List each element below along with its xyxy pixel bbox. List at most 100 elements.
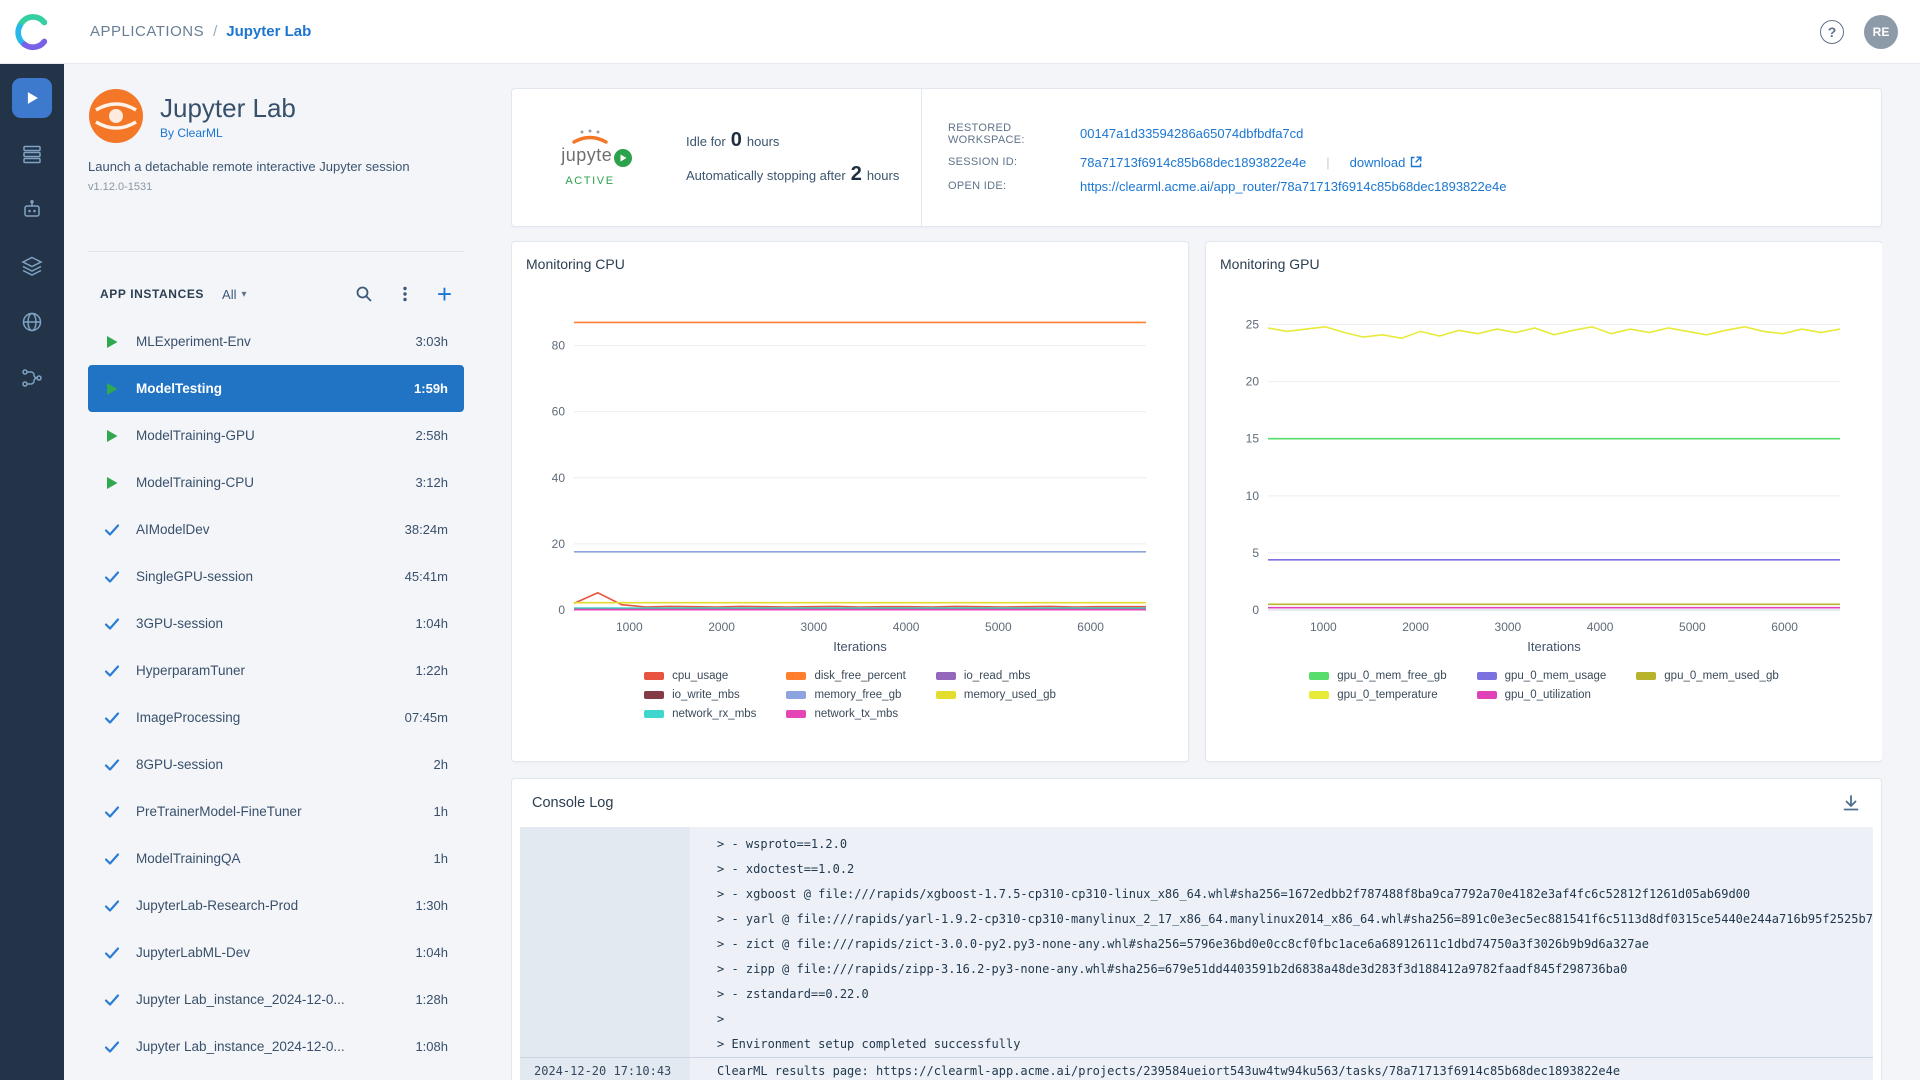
list-item[interactable]: ModelTraining-GPU 2:58h: [88, 412, 464, 459]
running-play-icon: [104, 334, 120, 350]
restored-workspace-link[interactable]: 00147a1d33594286a65074dbfbdfa7cd: [1080, 126, 1303, 141]
app-header: Jupyter Lab By ClearML: [88, 88, 464, 144]
legend-item[interactable]: network_rx_mbs: [644, 708, 756, 720]
list-item[interactable]: ImageProcessing 07:45m: [88, 694, 464, 741]
cpu-chart-plot: 020406080100020003000400050006000Iterati…: [526, 280, 1174, 658]
clearml-logo[interactable]: [0, 13, 64, 51]
instance-duration: 38:24m: [395, 522, 448, 537]
list-item[interactable]: ModelTrainingQA 1h: [88, 835, 464, 882]
list-item[interactable]: 8GPU-session 2h: [88, 741, 464, 788]
external-link-icon: [1410, 156, 1422, 168]
svg-text:Iterations: Iterations: [1527, 639, 1581, 654]
layers-icon: [20, 254, 44, 278]
open-ide-link[interactable]: https://clearml.acme.ai/app_router/78a71…: [1080, 179, 1506, 194]
svg-text:4000: 4000: [893, 620, 920, 634]
legend-label: gpu_0_mem_used_gb: [1664, 670, 1778, 682]
legend-item[interactable]: cpu_usage: [644, 670, 756, 682]
top-bar: APPLICATIONS / Jupyter Lab ? RE: [0, 0, 1920, 64]
svg-text:0: 0: [558, 603, 565, 617]
legend-swatch: [1636, 672, 1656, 680]
list-item[interactable]: HyperparamTuner 1:22h: [88, 647, 464, 694]
jupyter-planet-icon: [568, 129, 612, 145]
legend-item[interactable]: io_write_mbs: [644, 689, 756, 701]
legend-item[interactable]: disk_free_percent: [786, 670, 905, 682]
list-item[interactable]: AIModelDev 38:24m: [88, 506, 464, 553]
legend-label: cpu_usage: [672, 670, 728, 682]
completed-check-icon: [104, 1039, 120, 1055]
instance-name: JupyterLab-Research-Prod: [136, 898, 298, 913]
filter-value: All: [222, 287, 236, 302]
svg-text:2000: 2000: [1402, 620, 1429, 634]
legend-label: io_read_mbs: [964, 670, 1030, 682]
download-link[interactable]: download: [1350, 155, 1423, 170]
instance-duration: 1h: [424, 851, 448, 866]
nav-hyper-datasets[interactable]: [12, 302, 52, 342]
legend-swatch: [786, 672, 806, 680]
nav-datasets[interactable]: [12, 246, 52, 286]
completed-check-icon: [104, 710, 120, 726]
list-item[interactable]: 3GPU-session 1:04h: [88, 600, 464, 647]
instances-filter-dropdown[interactable]: All ▾: [222, 287, 246, 302]
legend-item[interactable]: gpu_0_utilization: [1477, 689, 1607, 701]
log-line: >: [520, 1007, 1873, 1032]
open-ide-row: OPEN IDE: https://clearml.acme.ai/app_ro…: [948, 179, 1865, 194]
list-item[interactable]: Jupyter Lab_instance_2024-12-0... 1:28h: [88, 976, 464, 1023]
nav-pipelines[interactable]: [12, 358, 52, 398]
help-icon[interactable]: ?: [1820, 20, 1844, 44]
legend-item[interactable]: gpu_0_mem_usage: [1477, 670, 1607, 682]
legend-item[interactable]: io_read_mbs: [936, 670, 1056, 682]
console-log-card: Console Log > - wsproto==1.2.0> - xdocte…: [511, 778, 1882, 1080]
list-item[interactable]: PreTrainerModel-FineTuner 1h: [88, 788, 464, 835]
list-item[interactable]: ModelTesting 1:59h: [88, 365, 464, 412]
legend-item[interactable]: gpu_0_mem_used_gb: [1636, 670, 1778, 682]
applications-play-icon: [22, 88, 42, 108]
svg-text:60: 60: [552, 405, 566, 419]
cpu-chart-title: Monitoring CPU: [526, 256, 1174, 272]
breadcrumb-applications[interactable]: APPLICATIONS: [90, 23, 204, 40]
search-icon[interactable]: [355, 285, 373, 303]
by-clearml-link[interactable]: By ClearML: [160, 126, 296, 140]
instance-duration: 1:08h: [405, 1039, 448, 1054]
log-line: > - xdoctest==1.0.2: [520, 857, 1873, 882]
console-log-area[interactable]: > - wsproto==1.2.0> - xdoctest==1.0.2> -…: [520, 827, 1873, 1080]
app-instances-list: MLExperiment-Env 3:03h ModelTesting 1:59…: [88, 318, 464, 1070]
add-instance-button[interactable]: +: [437, 284, 452, 304]
instance-duration: 2:58h: [405, 428, 448, 443]
autostop-line: Automatically stopping after 2 hours: [686, 163, 921, 186]
app-instances-header: APP INSTANCES All ▾ +: [88, 274, 464, 314]
legend-swatch: [936, 672, 956, 680]
status-icon: [104, 333, 121, 350]
list-item[interactable]: JupyterLabML-Dev 1:04h: [88, 929, 464, 976]
list-item[interactable]: Jupyter Lab_instance_2024-12-0... 1:08h: [88, 1023, 464, 1070]
legend-swatch: [1309, 672, 1329, 680]
session-id-link[interactable]: 78a71713f6914c85b68dec1893822e4e: [1080, 155, 1306, 170]
avatar[interactable]: RE: [1864, 15, 1898, 49]
more-menu-icon[interactable]: [397, 285, 413, 303]
stop-prefix: Automatically stopping after: [686, 168, 846, 183]
legend-item[interactable]: network_tx_mbs: [786, 708, 905, 720]
svg-text:10: 10: [1246, 489, 1260, 503]
nav-rail: [0, 64, 64, 1080]
gpu-chart-card: Monitoring GPU 0510152025100020003000400…: [1205, 241, 1882, 762]
legend-item[interactable]: gpu_0_mem_free_gb: [1309, 670, 1446, 682]
nav-queues[interactable]: [12, 134, 52, 174]
gpu-chart-legend: gpu_0_mem_free_gb gpu_0_mem_usage gpu_0_me…: [1220, 658, 1868, 715]
divider: [88, 251, 464, 252]
legend-item[interactable]: gpu_0_temperature: [1309, 689, 1446, 701]
nav-models[interactable]: [12, 190, 52, 230]
list-item[interactable]: JupyterLab-Research-Prod 1:30h: [88, 882, 464, 929]
legend-swatch: [786, 710, 806, 718]
list-item[interactable]: SingleGPU-session 45:41m: [88, 553, 464, 600]
console-title: Console Log: [532, 795, 613, 811]
breadcrumb-current: Jupyter Lab: [226, 23, 311, 40]
legend-item[interactable]: memory_free_gb: [786, 689, 905, 701]
instance-duration: 07:45m: [395, 710, 448, 725]
breadcrumb-separator: /: [213, 23, 217, 40]
running-play-icon: [104, 475, 120, 491]
list-item[interactable]: MLExperiment-Env 3:03h: [88, 318, 464, 365]
list-item[interactable]: ModelTraining-CPU 3:12h: [88, 459, 464, 506]
legend-item[interactable]: memory_used_gb: [936, 689, 1056, 701]
instance-duration: 1:28h: [405, 992, 448, 1007]
nav-applications[interactable]: [12, 78, 52, 118]
download-log-icon[interactable]: [1841, 793, 1861, 813]
